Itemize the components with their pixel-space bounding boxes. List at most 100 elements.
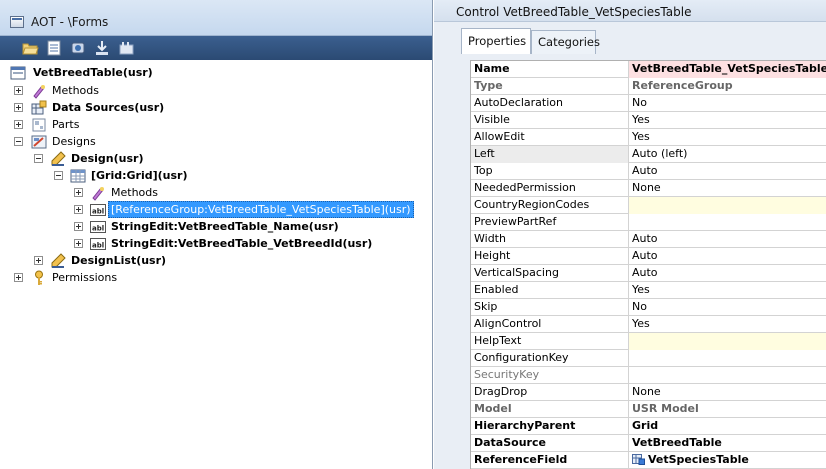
- tab-properties[interactable]: Properties: [461, 28, 531, 54]
- property-value[interactable]: [629, 367, 826, 384]
- property-row-previewpartref[interactable]: PreviewPartRef: [471, 214, 826, 231]
- aot-window: AOT - \Forms VetBreedTable(usr) Methods …: [0, 0, 433, 469]
- property-value[interactable]: Auto: [629, 248, 826, 265]
- property-row-model[interactable]: Model USR Model: [471, 401, 826, 418]
- property-row-height[interactable]: Height Auto: [471, 248, 826, 265]
- property-row-autodeclaration[interactable]: AutoDeclaration No: [471, 95, 826, 112]
- property-value[interactable]: Grid: [629, 418, 826, 435]
- property-value[interactable]: No: [629, 95, 826, 112]
- property-name: ReferenceField: [471, 452, 629, 469]
- properties-button[interactable]: [46, 40, 63, 56]
- aot-window-title: AOT - \Forms: [31, 15, 109, 29]
- expand-toggle[interactable]: [14, 103, 23, 112]
- collapse-toggle[interactable]: [54, 171, 63, 180]
- open-folder-icon: [22, 43, 39, 55]
- property-row-configurationkey[interactable]: ConfigurationKey: [471, 350, 826, 367]
- property-name: PreviewPartRef: [471, 214, 629, 231]
- tree-node-label: Design(usr): [71, 152, 144, 165]
- property-name: SecurityKey: [471, 367, 629, 384]
- layout-button[interactable]: [118, 40, 135, 56]
- properties-titlebar: Control VetBreedTable_VetSpeciesTable: [434, 0, 826, 22]
- property-value[interactable]: VetSpeciesTable: [629, 452, 826, 469]
- collapse-toggle[interactable]: [34, 154, 43, 163]
- svg-text:abl: abl: [92, 208, 104, 216]
- property-value[interactable]: Auto (left): [629, 146, 826, 163]
- property-value[interactable]: USR Model: [629, 401, 826, 418]
- property-value[interactable]: [629, 350, 826, 367]
- property-row-dragdrop[interactable]: DragDrop None: [471, 384, 826, 401]
- property-grid: Name VetBreedTable_VetSpeciesTable Type Ref…: [470, 60, 826, 469]
- property-value[interactable]: Yes: [629, 129, 826, 146]
- property-value[interactable]: No: [629, 299, 826, 316]
- property-name: VerticalSpacing: [471, 265, 629, 282]
- property-row-top[interactable]: Top Auto: [471, 163, 826, 180]
- property-row-verticalspacing[interactable]: VerticalSpacing Auto: [471, 265, 826, 282]
- methods-icon: [31, 83, 47, 99]
- property-row-neededpermission[interactable]: NeededPermission None: [471, 180, 826, 197]
- collapse-toggle[interactable]: [14, 137, 23, 146]
- datasources-icon: [31, 100, 47, 116]
- property-value[interactable]: Auto: [629, 163, 826, 180]
- property-row-hierarchyparent[interactable]: HierarchyParent Grid: [471, 418, 826, 435]
- property-row-visible[interactable]: Visible Yes: [471, 112, 826, 129]
- property-name: HierarchyParent: [471, 418, 629, 435]
- property-name: Top: [471, 163, 629, 180]
- expand-toggle[interactable]: [74, 188, 83, 197]
- expand-toggle[interactable]: [14, 86, 23, 95]
- key-icon: [31, 270, 47, 286]
- property-value[interactable]: VetBreedTable: [629, 435, 826, 452]
- property-value[interactable]: [629, 214, 826, 231]
- property-value[interactable]: Yes: [629, 316, 826, 333]
- property-value[interactable]: [629, 333, 826, 350]
- property-name: AllowEdit: [471, 129, 629, 146]
- property-value[interactable]: VetBreedTable_VetSpeciesTable: [629, 61, 826, 78]
- form-icon: [10, 65, 26, 81]
- property-name: Left: [471, 146, 629, 163]
- property-row-left[interactable]: Left Auto (left): [471, 146, 826, 163]
- property-value[interactable]: ReferenceGroup: [629, 78, 826, 95]
- property-row-name[interactable]: Name VetBreedTable_VetSpeciesTable: [471, 61, 826, 78]
- property-value[interactable]: None: [629, 384, 826, 401]
- expand-toggle[interactable]: [14, 120, 23, 129]
- property-value[interactable]: Yes: [629, 282, 826, 299]
- property-row-skip[interactable]: Skip No: [471, 299, 826, 316]
- import-icon: [96, 41, 108, 55]
- properties-icon: [47, 40, 61, 56]
- tree-node-label: Designs: [52, 135, 96, 148]
- tree-node-label: DesignList(usr): [71, 254, 167, 267]
- expand-toggle[interactable]: [74, 222, 83, 231]
- methods-icon: [90, 185, 106, 201]
- property-row-datasource[interactable]: DataSource VetBreedTable: [471, 435, 826, 452]
- property-row-referencefield[interactable]: ReferenceField VetSpeciesTable: [471, 452, 826, 469]
- property-value[interactable]: None: [629, 180, 826, 197]
- property-name: ConfigurationKey: [471, 350, 629, 367]
- property-row-width[interactable]: Width Auto: [471, 231, 826, 248]
- table-field-icon: [632, 454, 645, 465]
- property-row-countryregioncodes[interactable]: CountryRegionCodes: [471, 197, 826, 214]
- property-row-allowedit[interactable]: AllowEdit Yes: [471, 129, 826, 146]
- property-name: HelpText: [471, 333, 629, 350]
- open-button[interactable]: [22, 40, 39, 56]
- control-icon: abl: [90, 202, 106, 218]
- compile-button[interactable]: [70, 40, 87, 56]
- expand-toggle[interactable]: [74, 205, 83, 214]
- property-row-enabled[interactable]: Enabled Yes: [471, 282, 826, 299]
- property-name: Visible: [471, 112, 629, 129]
- property-value[interactable]: Yes: [629, 112, 826, 129]
- expand-toggle[interactable]: [14, 273, 23, 282]
- property-row-securitykey[interactable]: SecurityKey: [471, 367, 826, 384]
- property-row-aligncontrol[interactable]: AlignControl Yes: [471, 316, 826, 333]
- property-value[interactable]: [629, 197, 826, 214]
- import-button[interactable]: [94, 40, 111, 56]
- grid-icon: [70, 168, 86, 184]
- property-row-type[interactable]: Type ReferenceGroup: [471, 78, 826, 95]
- designs-icon: [31, 134, 47, 150]
- expand-toggle[interactable]: [34, 256, 43, 265]
- property-value[interactable]: Auto: [629, 265, 826, 282]
- design-icon: [50, 151, 66, 167]
- property-row-helptext[interactable]: HelpText: [471, 333, 826, 350]
- property-name: AlignControl: [471, 316, 629, 333]
- tab-categories[interactable]: Categories: [531, 30, 600, 54]
- expand-toggle[interactable]: [74, 239, 83, 248]
- property-value[interactable]: Auto: [629, 231, 826, 248]
